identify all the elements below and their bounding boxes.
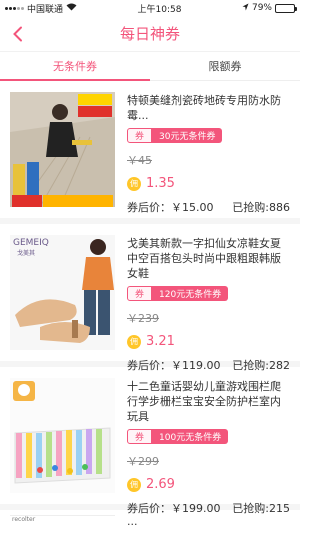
product-image: recolter <box>10 515 115 533</box>
coupon-row[interactable]: 券 100元无条件券 <box>127 429 290 444</box>
coupon-row[interactable]: 券 30元无条件券 <box>127 128 290 143</box>
tab-limited-coupon[interactable]: 限额券 <box>150 52 300 80</box>
coupon-tag: 券 <box>127 128 153 143</box>
tab-unconditional-coupon[interactable]: 无条件券 <box>0 52 150 81</box>
page-title: 每日神券 <box>119 25 180 43</box>
product-item-partial[interactable]: recolter ... <box>0 515 300 533</box>
original-price: ￥45 <box>127 154 152 167</box>
product-info: 特顿美缝剂瓷砖地砖专用防水防霉... 券 30元无条件券 ￥45 佣 1.35 … <box>115 86 290 218</box>
product-info: 十二色童话婴幼儿童游戏围栏爬行学步栅栏宝宝安全防护栏室内玩具 券 100元无条件… <box>115 372 290 515</box>
after-coupon-price: 券后价：￥199.00 <box>127 502 221 515</box>
location-icon <box>242 3 249 14</box>
carrier-label: 中国联通 <box>27 4 64 15</box>
product-item[interactable]: 特顿美缝剂瓷砖地砖专用防水防霉... 券 30元无条件券 ￥45 佣 1.35 … <box>0 86 300 224</box>
coupon-value: 30元无条件券 <box>152 128 223 143</box>
commission-price: 3.21 <box>146 334 175 349</box>
commission-price: 1.35 <box>146 176 175 191</box>
back-button[interactable] <box>8 24 28 44</box>
commission-price: 2.69 <box>146 477 175 492</box>
sold-count: 已抢购:215 <box>232 502 290 515</box>
product-image: GEMEIQ 戈美其 <box>10 235 115 350</box>
product-item[interactable]: GEMEIQ 戈美其 戈美其新款一字扣仙女凉鞋女夏中空百搭包头时尚中跟粗跟韩版女… <box>0 229 300 372</box>
status-time: 上午10:58 <box>137 4 182 15</box>
commission-badge-icon: 佣 <box>127 334 141 349</box>
coupon-row[interactable]: 券 120元无条件券 <box>127 286 290 301</box>
product-title: ... <box>127 515 138 528</box>
product-image <box>10 378 115 493</box>
coupon-value: 120元无条件券 <box>152 286 229 301</box>
sold-count: 已抢购:282 <box>232 359 290 372</box>
commission-badge-icon: 佣 <box>127 477 141 492</box>
product-title: 特顿美缝剂瓷砖地砖专用防水防霉... <box>127 94 281 122</box>
signal-icon <box>5 6 24 10</box>
product-title: 十二色童话婴幼儿童游戏围栏爬行学步栅栏宝宝安全防护栏室内玩具 <box>127 380 281 423</box>
after-coupon-price: 券后价：￥15.00 <box>127 201 214 214</box>
navigation-bar: 每日神券 <box>0 16 300 52</box>
chevron-left-icon <box>13 26 22 42</box>
battery-icon <box>275 3 297 13</box>
tab-label: 无条件券 <box>53 60 97 73</box>
product-list: 特顿美缝剂瓷砖地砖专用防水防霉... 券 30元无条件券 ￥45 佣 1.35 … <box>0 81 300 533</box>
after-coupon-price: 券后价：￥119.00 <box>127 359 221 372</box>
product-item[interactable]: 十二色童话婴幼儿童游戏围栏爬行学步栅栏宝宝安全防护栏室内玩具 券 100元无条件… <box>0 372 300 515</box>
svg-text:戈美其: 戈美其 <box>17 249 35 257</box>
coupon-tag: 券 <box>127 286 153 301</box>
coupon-tabs: 无条件券 限额券 <box>0 52 300 81</box>
commission-badge-icon: 佣 <box>127 176 141 191</box>
battery-percent: 79% <box>251 3 272 13</box>
wifi-icon <box>66 3 77 14</box>
coupon-value: 100元无条件券 <box>152 429 229 444</box>
original-price: ￥239 <box>127 312 159 325</box>
status-bar: 中国联通 上午10:58 79% <box>0 0 300 16</box>
product-title: 戈美其新款一字扣仙女凉鞋女夏中空百搭包头时尚中跟粗跟韩版女鞋 <box>127 237 281 280</box>
coupon-tag: 券 <box>127 429 153 444</box>
sold-count: 已抢购:886 <box>232 201 290 214</box>
brand-logo: GEMEIQ <box>13 238 49 248</box>
product-image <box>10 92 115 207</box>
tab-label: 限额券 <box>208 60 242 73</box>
product-info: 戈美其新款一字扣仙女凉鞋女夏中空百搭包头时尚中跟粗跟韩版女鞋 券 120元无条件… <box>115 229 290 372</box>
original-price: ￥299 <box>127 455 159 468</box>
